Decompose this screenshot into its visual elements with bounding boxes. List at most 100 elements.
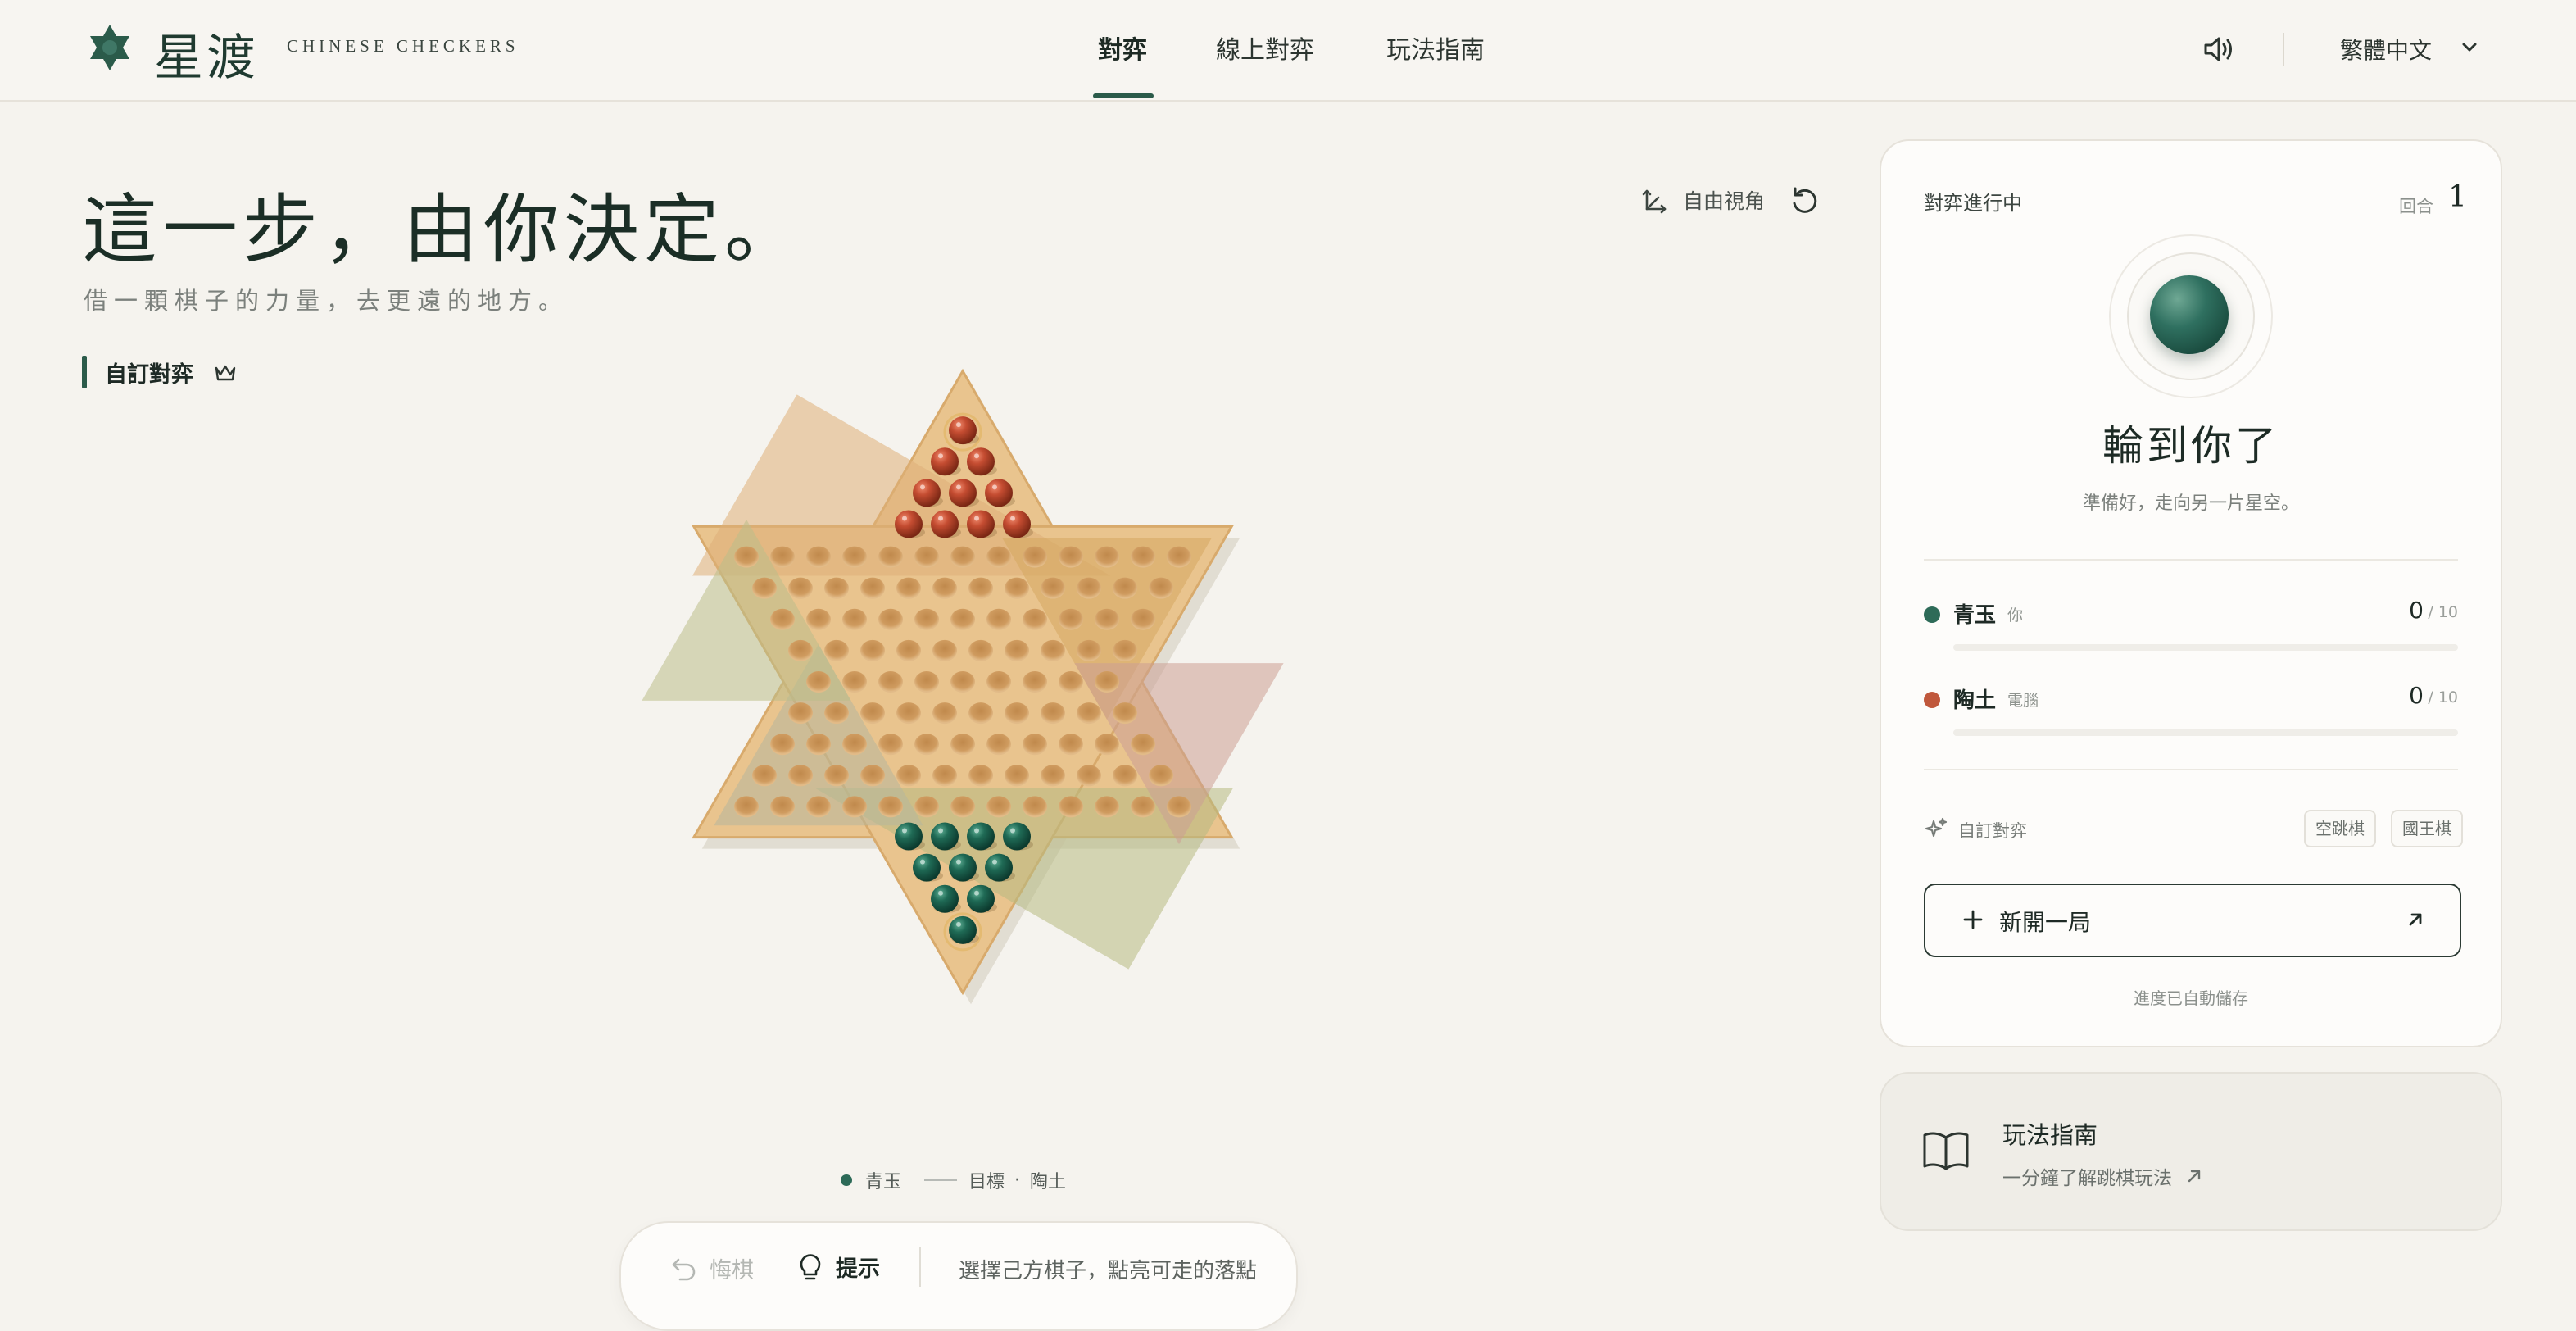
player-name: 陶土 (1953, 688, 1997, 713)
board-hole (1059, 671, 1083, 693)
board-hole (1095, 796, 1119, 818)
board-hole (896, 577, 921, 599)
rules-guide-card[interactable]: 玩法指南 一分鐘了解跳棋玩法 (1880, 1072, 2502, 1231)
board-hole (734, 546, 759, 568)
player-score: 0 (2409, 597, 2424, 624)
board-hole (1131, 734, 1155, 756)
custom-mode-tag[interactable]: 自訂對弈 (82, 356, 238, 388)
mode-label: 自訂對弈 (105, 361, 193, 388)
piece-highlight (992, 484, 997, 490)
red-piece (985, 479, 1013, 507)
player-score: 0 (2409, 682, 2424, 709)
green-piece (931, 822, 959, 851)
board-hole (932, 702, 957, 725)
green-piece (985, 853, 1013, 882)
board-hole (788, 702, 813, 725)
piece-highlight (974, 828, 979, 834)
green-piece (967, 884, 995, 913)
board-hole (1005, 577, 1029, 599)
green-piece (949, 853, 977, 882)
legend-opponent: 陶土 (1030, 1172, 1067, 1192)
undo-button[interactable]: 悔棋 (670, 1252, 754, 1284)
nav-play[interactable]: 對弈 (1098, 30, 1147, 66)
game-status-panel: 對弈進行中 回合 1 輪到你了 準備好，走向另一片星空。 青玉 你 0 / 10… (1880, 139, 2502, 1047)
top-header: 星渡 CHINESE CHECKERS 對弈 線上對弈 玩法指南 繁體中文 (0, 0, 2576, 102)
plus-icon (1963, 910, 1983, 929)
piece-highlight (938, 890, 943, 896)
board-hole (878, 796, 903, 818)
mode-chip-king[interactable]: 國王棋 (2391, 810, 2463, 847)
red-piece (949, 416, 977, 445)
nav-online[interactable]: 線上對弈 (1216, 30, 1314, 66)
board-hole (1113, 639, 1137, 661)
board-hole (914, 608, 939, 630)
board-hole (806, 608, 831, 630)
board-hole (932, 577, 957, 599)
reset-view-icon[interactable] (1789, 185, 1821, 216)
control-status: 選擇己方棋子，點亮可走的落點 (959, 1259, 1258, 1283)
piece-highlight (974, 453, 979, 459)
red-piece (1003, 510, 1031, 538)
green-piece (967, 822, 995, 851)
red-piece (931, 510, 959, 538)
legend-separator: · (1014, 1170, 1021, 1191)
control-divider (919, 1247, 921, 1287)
board-hole (1023, 796, 1047, 818)
board-hole (950, 546, 975, 568)
board-hole (1077, 765, 1101, 787)
player-color-dot (1924, 692, 1940, 708)
red-piece (949, 479, 977, 507)
piece-highlight (920, 484, 925, 490)
arrow-up-right-icon (2188, 1170, 2201, 1183)
new-game-button[interactable]: 新開一局 (1924, 884, 2461, 957)
game-board[interactable] (459, 172, 1467, 1188)
board-hole (878, 734, 903, 756)
green-piece (1003, 822, 1031, 851)
piece-highlight (956, 859, 961, 865)
board-hole (842, 796, 867, 818)
board-hole (896, 702, 921, 725)
board-hole (1023, 546, 1047, 568)
board-hole (1005, 702, 1029, 725)
free-view-toggle[interactable]: 自由視角 (1642, 185, 1765, 215)
piece-highlight (1010, 828, 1015, 834)
board-hole (914, 546, 939, 568)
board-hole (770, 734, 795, 756)
red-piece (895, 510, 923, 538)
board-hole (1005, 765, 1029, 787)
board-hole (842, 608, 867, 630)
green-piece (949, 915, 977, 944)
player-role: 你 (2007, 606, 2024, 625)
board-hole (1059, 734, 1083, 756)
board-hole (1005, 639, 1029, 661)
hint-button[interactable]: 提示 (796, 1251, 880, 1283)
board-hole (878, 671, 903, 693)
nav-guide[interactable]: 玩法指南 (1386, 30, 1485, 66)
new-game-label: 新開一局 (1999, 909, 2092, 936)
board-hole (968, 639, 993, 661)
board-hole (1095, 734, 1119, 756)
red-piece (913, 479, 941, 507)
board-hole (1041, 765, 1065, 787)
board-hole (1131, 796, 1155, 818)
round-number: 1 (2448, 180, 2467, 214)
chevron-down-icon[interactable] (2458, 36, 2481, 59)
undo-icon (672, 1258, 696, 1280)
board-hole (842, 671, 867, 693)
board-hole (860, 639, 885, 661)
board-hole (806, 796, 831, 818)
green-piece (913, 853, 941, 882)
language-select[interactable]: 繁體中文 (2340, 33, 2432, 66)
speaker-icon[interactable] (2201, 31, 2237, 67)
board-hole (860, 577, 885, 599)
sparkle-icon (1925, 817, 1948, 838)
player-name: 青玉 (1953, 603, 1997, 628)
mode-chip-empty-jump[interactable]: 空跳棋 (2304, 810, 2376, 847)
board-hole (842, 734, 867, 756)
player-role: 電腦 (2007, 692, 2039, 710)
free-view-label: 自由視角 (1683, 189, 1766, 213)
board-hole (824, 702, 849, 725)
red-piece (931, 447, 959, 476)
board-hole (824, 577, 849, 599)
legend-target: 目標 (968, 1172, 1005, 1192)
